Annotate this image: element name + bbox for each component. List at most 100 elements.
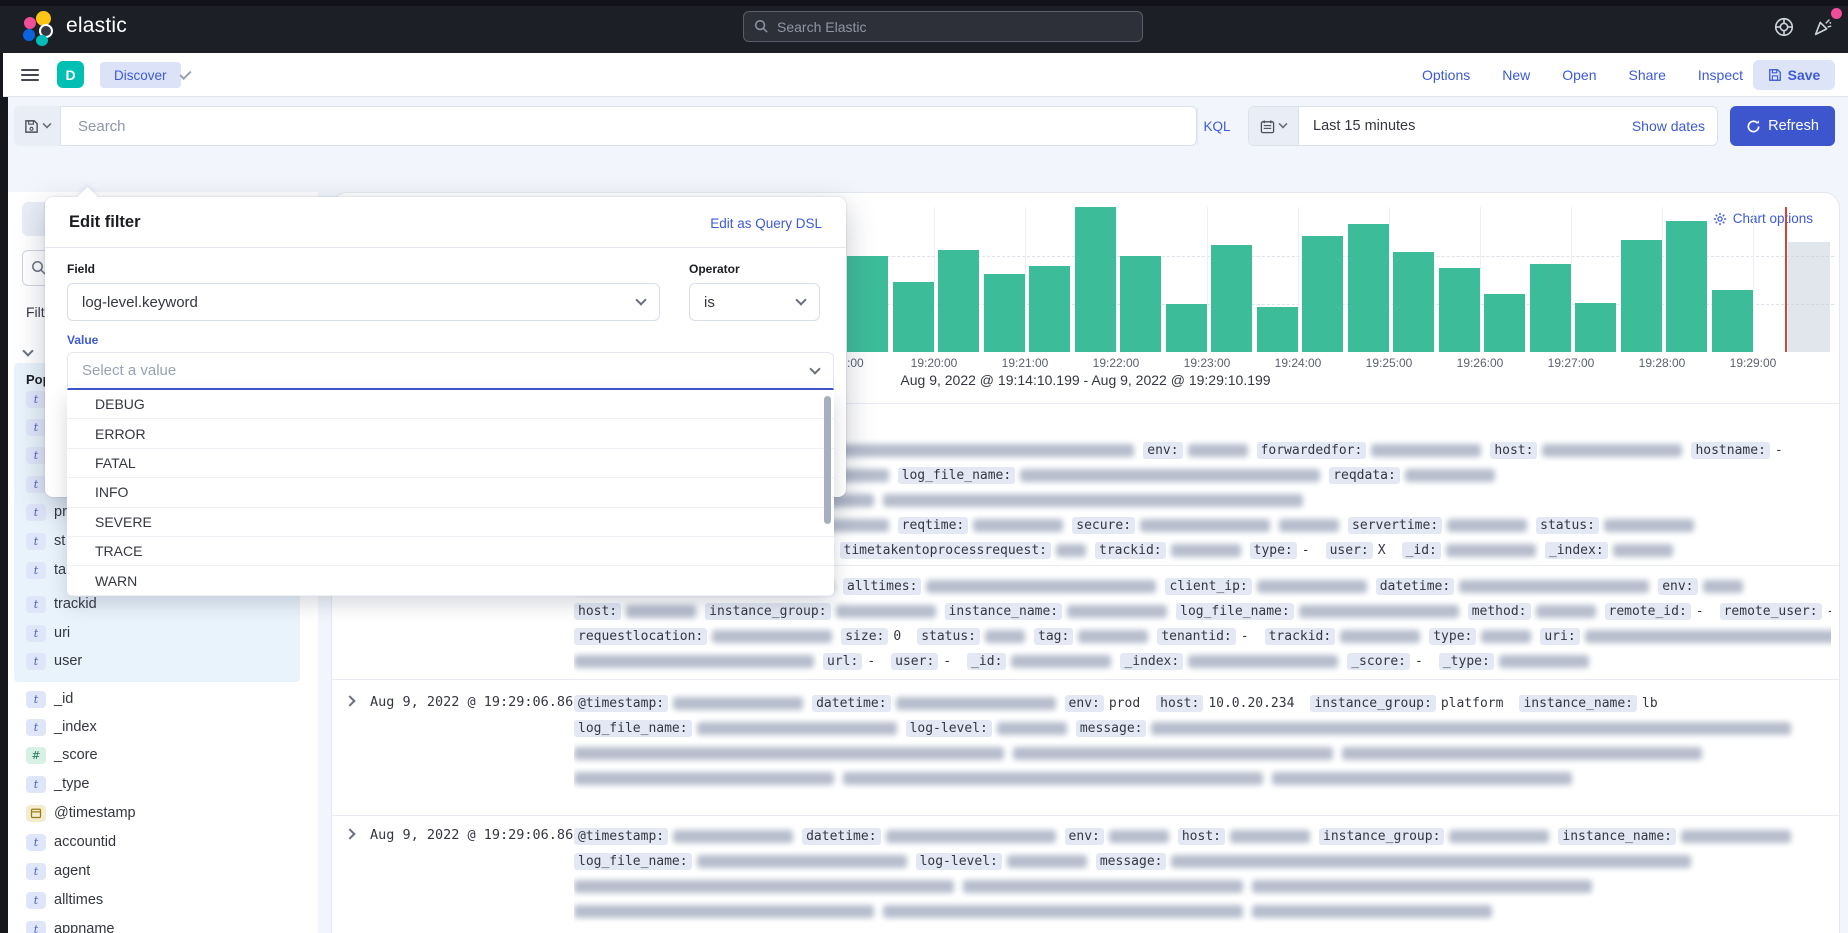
doc-field[interactable]: log_file_name: [1176, 603, 1459, 620]
field-name-pill[interactable]: message: [1096, 853, 1167, 870]
nav-action-options[interactable]: Options [1422, 67, 1470, 83]
histogram-bar[interactable] [893, 282, 934, 352]
sidebar-field-pr[interactable]: tpr [26, 502, 67, 522]
operator-select[interactable]: is [689, 283, 820, 321]
field-name-pill[interactable]: _type: [1439, 653, 1494, 670]
doc-field[interactable]: trackid: [1095, 542, 1241, 559]
field-name-pill[interactable]: instance_name: [1519, 695, 1637, 712]
show-dates-link[interactable]: Show dates [1632, 118, 1705, 134]
doc-field[interactable]: datetime: [1376, 578, 1649, 595]
doc-field[interactable]: _score:- [1347, 653, 1430, 670]
field-name-pill[interactable]: status: [917, 628, 980, 645]
nav-action-open[interactable]: Open [1562, 67, 1596, 83]
doc-field[interactable]: host:10.0.20.234 [1156, 695, 1301, 712]
histogram-bar[interactable] [1439, 268, 1480, 352]
value-option-trace[interactable]: TRACE [67, 537, 834, 566]
doc-field[interactable]: log_file_name: [574, 853, 907, 870]
field-name-pill[interactable]: instance_name: [1558, 828, 1676, 845]
doc-field[interactable]: instance_name: [945, 603, 1168, 620]
doc-field[interactable]: host: [574, 603, 696, 620]
elastic-logo-icon[interactable] [22, 11, 62, 45]
doc-field[interactable]: trackid: [1265, 628, 1421, 645]
field-name-pill[interactable]: type: [1250, 542, 1297, 559]
sidebar-field-agent[interactable]: tagent [26, 861, 90, 881]
doc-field[interactable]: reqtime: [898, 517, 1064, 534]
histogram-bar[interactable] [1166, 304, 1207, 352]
doc-field[interactable]: @timestamp: [574, 695, 803, 712]
field-name-pill[interactable]: alltimes: [843, 578, 921, 595]
doc-field[interactable]: type: [1429, 628, 1531, 645]
doc-field[interactable]: secure: [1072, 517, 1270, 534]
field-name-pill[interactable]: log_file_name: [574, 720, 692, 737]
field-name-pill[interactable]: _score: [1347, 653, 1410, 670]
doc-field[interactable]: _index: [1545, 542, 1673, 559]
doc-field[interactable]: message: [1076, 720, 1792, 737]
doc-field[interactable]: status: [1536, 517, 1694, 534]
field-name-pill[interactable]: instance_group: [1310, 695, 1435, 712]
field-name-pill[interactable]: user: [1326, 542, 1373, 559]
field-name-pill[interactable]: env: [1065, 828, 1104, 845]
sidebar-field-hidden[interactable]: t [26, 417, 46, 437]
histogram-bar[interactable] [1029, 266, 1070, 352]
doc-field[interactable]: alltimes: [843, 578, 1156, 595]
sidebar-field-@timestamp[interactable]: @timestamp [26, 803, 136, 823]
histogram-bar[interactable] [1621, 240, 1662, 352]
field-name-pill[interactable]: _index: [1545, 542, 1608, 559]
field-name-pill[interactable]: url: [823, 653, 862, 670]
doc-field[interactable]: _id: [967, 653, 1111, 670]
save-button[interactable]: Save [1753, 60, 1835, 90]
histogram-bar[interactable] [1530, 264, 1571, 352]
doc-field[interactable]: log_file_name: [574, 720, 897, 737]
doc-field[interactable]: host: [1490, 442, 1682, 459]
histogram-bar[interactable] [1575, 303, 1616, 352]
nav-action-new[interactable]: New [1502, 67, 1530, 83]
whats-new-party-icon[interactable] [1812, 16, 1834, 38]
doc-field[interactable]: servertime: [1348, 517, 1527, 534]
sidebar-field-alltimes[interactable]: talltimes [26, 890, 103, 910]
nav-action-share[interactable]: Share [1629, 67, 1666, 83]
doc-field[interactable]: instance_name: [1558, 828, 1791, 845]
sidebar-field-ta[interactable]: tta [26, 560, 66, 580]
histogram-bar[interactable] [1484, 294, 1525, 352]
doc-field[interactable]: datetime: [802, 828, 1055, 845]
nav-action-inspect[interactable]: Inspect [1698, 67, 1743, 83]
field-name-pill[interactable]: env: [1143, 442, 1182, 459]
field-name-pill[interactable]: log-level: [916, 853, 1002, 870]
histogram-bar[interactable] [984, 274, 1025, 352]
breadcrumb[interactable]: Discover [100, 62, 181, 88]
field-name-pill[interactable]: host: [1178, 828, 1225, 845]
sidebar-field-uri[interactable]: turi [26, 623, 70, 643]
doc-field[interactable]: instance_group: [705, 603, 935, 620]
doc-field[interactable]: tag: [1034, 628, 1148, 645]
doc-field[interactable]: _type: [1439, 653, 1589, 670]
value-option-error[interactable]: ERROR [67, 419, 834, 448]
field-name-pill[interactable]: servertime: [1348, 517, 1442, 534]
sidebar-field-accountid[interactable]: taccountid [26, 832, 116, 852]
doc-field[interactable]: client_ip: [1165, 578, 1366, 595]
doc-field[interactable]: instance_group:platform [1310, 695, 1510, 712]
histogram-bar[interactable] [1211, 245, 1252, 352]
date-picker-menu-button[interactable] [1249, 107, 1299, 145]
help-icon[interactable] [1773, 16, 1795, 38]
doc-field[interactable]: timetakentoprocessrequest: [840, 542, 1087, 559]
sidebar-field-appname[interactable]: tappname [26, 919, 114, 933]
doc-field[interactable]: status: [917, 628, 1025, 645]
saved-query-menu-button[interactable] [14, 106, 60, 146]
sidebar-field-hidden[interactable]: t [26, 445, 46, 465]
histogram-bar[interactable] [1712, 290, 1753, 352]
histogram-bar[interactable] [1257, 307, 1298, 352]
histogram-bar[interactable] [847, 256, 888, 352]
filter-by-type-label[interactable]: Filt [26, 304, 45, 320]
field-name-pill[interactable]: datetime: [1376, 578, 1454, 595]
kql-language-button[interactable]: KQL [1197, 107, 1236, 145]
field-name-pill[interactable]: host: [1156, 695, 1203, 712]
sidebar-field-hidden[interactable]: t [26, 474, 46, 494]
value-option-info[interactable]: INFO [67, 478, 834, 507]
value-option-warn[interactable]: WARN [67, 566, 834, 595]
menu-hamburger-icon[interactable] [21, 66, 39, 84]
value-option-severe[interactable]: SEVERE [67, 508, 834, 537]
field-name-pill[interactable]: message: [1076, 720, 1147, 737]
time-range-value[interactable]: Last 15 minutes [1313, 118, 1632, 134]
field-name-pill[interactable]: client_ip: [1165, 578, 1251, 595]
histogram-bar[interactable] [938, 250, 979, 352]
